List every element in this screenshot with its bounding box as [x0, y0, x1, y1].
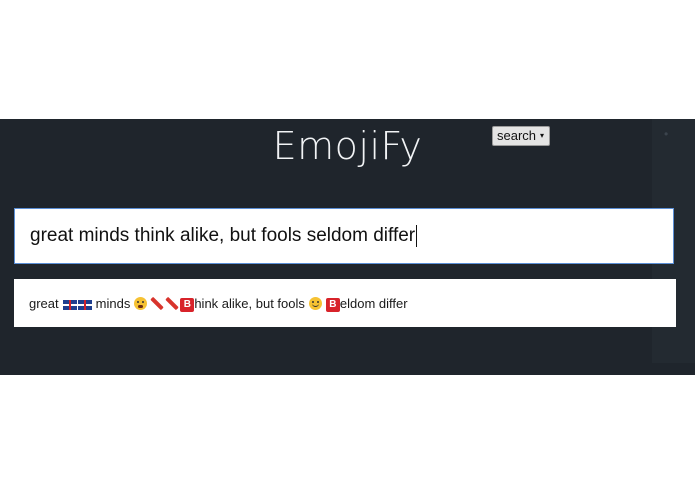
output-word: great — [29, 295, 59, 311]
text-cursor — [416, 225, 418, 247]
emojified-output: great minds B hink alike, but fools B el… — [14, 279, 676, 327]
phrase-input[interactable]: great minds think alike, but fools seldo… — [14, 208, 674, 264]
uk-flag-icon — [62, 299, 77, 310]
firecracker-icon — [150, 297, 163, 310]
app-panel: • EmojiFy search ▾ great minds think ali… — [0, 119, 695, 375]
astonished-face-icon — [134, 296, 148, 310]
b-button-icon: B — [180, 298, 195, 312]
uk-flag-icon — [77, 299, 92, 310]
output-word: hink alike, but fools — [194, 295, 305, 311]
upside-down-face-icon — [308, 296, 322, 310]
page: • EmojiFy search ▾ great minds think ali… — [0, 0, 695, 494]
b-button-icon: B — [325, 298, 340, 312]
mode-select-value: search — [497, 128, 537, 143]
app-title: EmojiFy — [272, 124, 423, 168]
chevron-down-icon: ▾ — [540, 131, 545, 140]
firecracker-icon — [165, 297, 178, 310]
output-word: eldom differ — [339, 295, 408, 311]
mode-select[interactable]: search ▾ — [492, 126, 551, 146]
output-word: minds — [95, 295, 131, 311]
phrase-input-value: great minds think alike, but fools seldo… — [30, 225, 416, 246]
